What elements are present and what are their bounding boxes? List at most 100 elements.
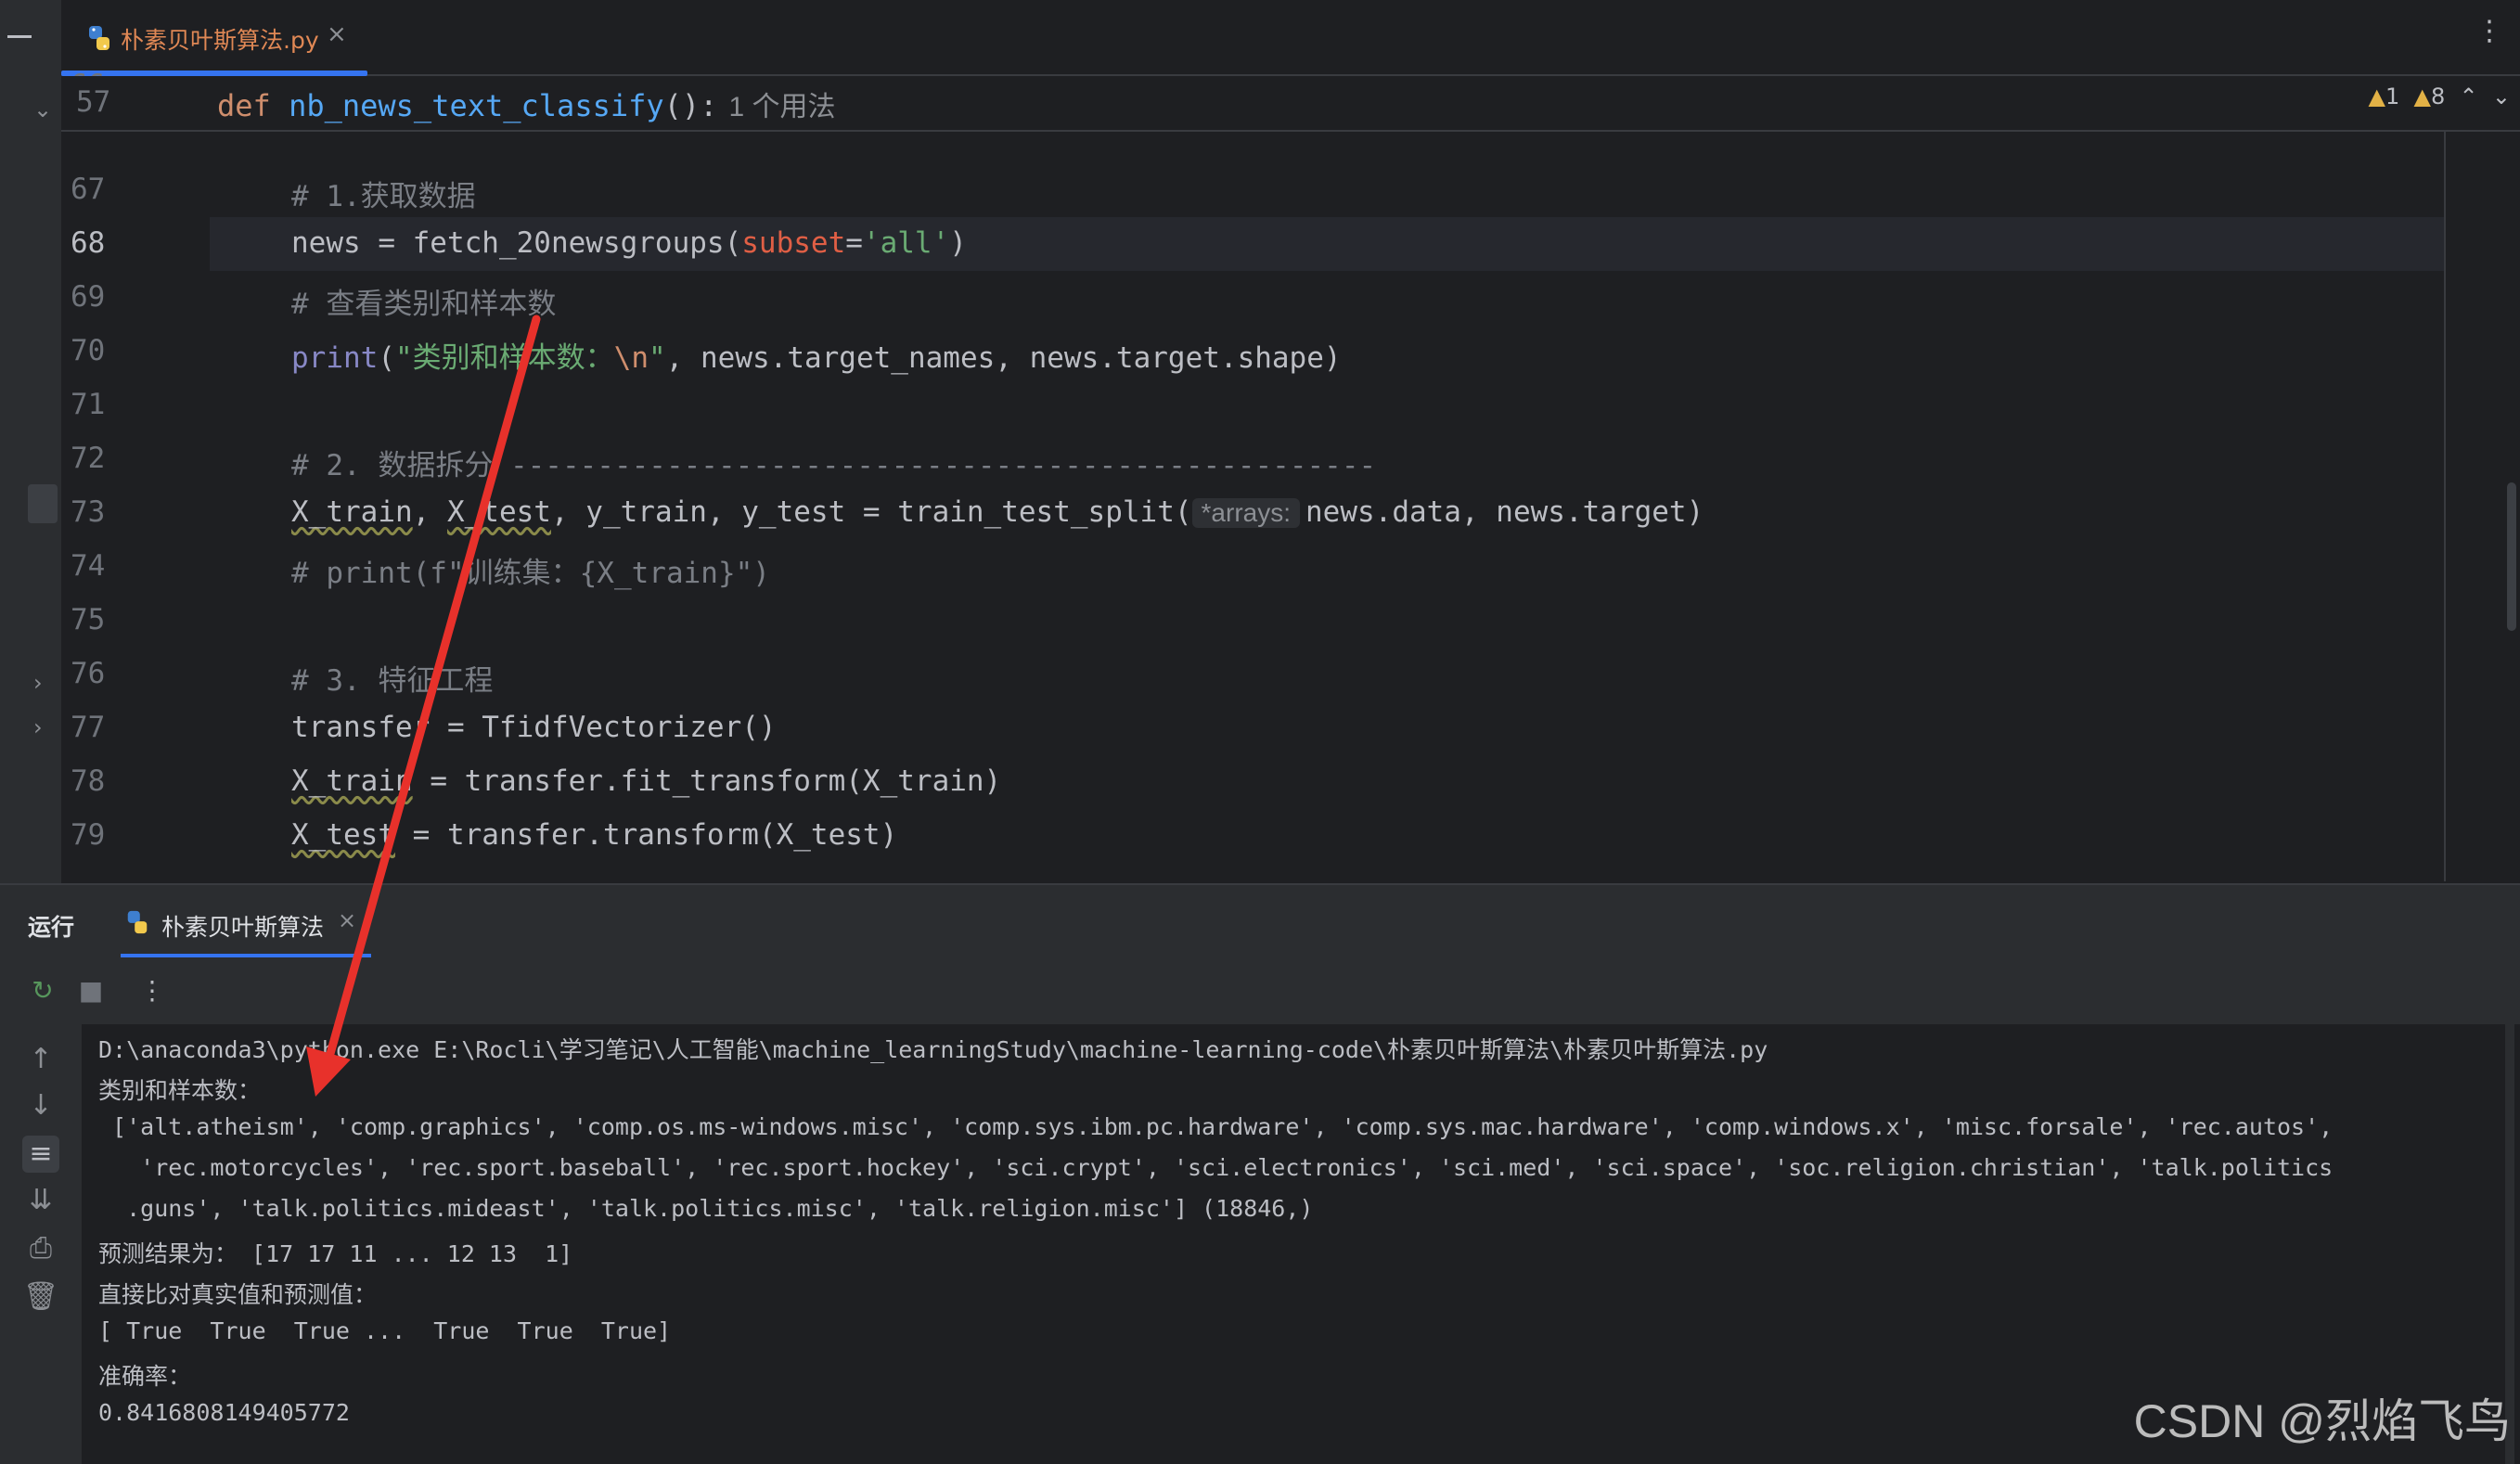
stop-icon[interactable]: ■ [74, 974, 108, 1008]
editor-scrollbar[interactable] [2507, 482, 2516, 631]
code-line-67[interactable]: # 1.获取数据 [291, 173, 476, 214]
console-side-toolbar: ↑ ↓ ≡ ⇊ ⎙ 🗑 [0, 1024, 82, 1464]
parameter-hint: *arrays: [1191, 498, 1300, 528]
code-token: X_train [291, 764, 413, 798]
console-line: 'rec.motorcycles', 'rec.sport.baseball',… [98, 1154, 2334, 1181]
bookmark-marker[interactable] [28, 484, 58, 523]
code-token: X_train [291, 495, 413, 529]
keyword-def: def [217, 88, 271, 123]
usages-hint[interactable]: 1 个用法 [728, 92, 835, 122]
run-tab-label: 朴素贝叶斯算法 [161, 914, 325, 941]
escape-token: \n [613, 341, 649, 375]
console-line: 类别和样本数： [98, 1077, 262, 1104]
line-number: 79 [71, 818, 106, 852]
code-line-78[interactable]: X_train = transfer.fit_transform(X_train… [291, 764, 1001, 798]
arrow-up-icon[interactable]: ↑ [22, 1041, 59, 1078]
fold-column: ⌄ › › [0, 76, 61, 881]
run-window-title[interactable]: 运行 [28, 909, 74, 943]
code-editor[interactable]: # 1.获取数据 news = fetch_20newsgroups(subse… [210, 76, 2446, 881]
string-token: " [649, 341, 666, 375]
param-token: subset [741, 226, 846, 260]
line-number: 77 [71, 711, 106, 744]
code-token: X_test [291, 818, 395, 852]
code-token: , y_train, y_test = train_test_split( [550, 495, 1192, 529]
minimize-icon[interactable] [7, 35, 32, 38]
warning-count: 8 [2430, 83, 2446, 109]
console-line: ['alt.atheism', 'comp.graphics', 'comp.o… [98, 1113, 2334, 1140]
code-line-72[interactable]: # 2. 数据拆分 ------------------------------… [291, 442, 1376, 483]
close-icon[interactable]: × [327, 20, 347, 48]
code-token: , news.target_names, news.target.shape) [665, 341, 1342, 375]
code-line-68[interactable]: news = fetch_20newsgroups(subset='all') [291, 226, 967, 260]
line-number: 57 [76, 85, 111, 119]
console-line: [ True True True ... True True True] [98, 1317, 672, 1344]
code-token: = transfer.fit_transform(X_train) [412, 764, 1002, 798]
watermark: CSDN @烈焰飞鸟 [2133, 1395, 2511, 1447]
code-token: news = fetch_20newsgroups( [291, 226, 742, 260]
code-line-79[interactable]: X_test = transfer.transform(X_test) [291, 818, 897, 852]
close-icon[interactable]: × [338, 907, 356, 933]
scroll-to-end-icon[interactable]: ⇊ [22, 1182, 59, 1219]
python-file-icon [127, 910, 148, 934]
line-number: 67 [71, 173, 106, 206]
warning-icon: ▲ [2413, 83, 2431, 109]
line-number: 68 [71, 226, 106, 260]
sticky-code: def nb_news_text_classify(): 1 个用法 [217, 83, 835, 124]
string-token: "类别和样本数： [395, 341, 614, 375]
sticky-function-header[interactable]: 57 def nb_news_text_classify(): 1 个用法 ▲1 … [61, 76, 2520, 132]
console-line: 预测结果为： [17 17 11 ... 12 13 1] [98, 1240, 573, 1267]
line-number: 76 [71, 657, 106, 690]
more-options-icon[interactable]: ⋮ [135, 974, 169, 1008]
editor-tab-bar: 朴素贝叶斯算法.py × ⋮ [61, 0, 2520, 76]
code-line-74[interactable]: # print(f"训练集：{X_train}") [291, 549, 770, 591]
console-line: 准确率： [98, 1363, 192, 1390]
string-token: 'all' [862, 226, 950, 260]
tab-naive-bayes-py[interactable]: 朴素贝叶斯算法.py × [61, 0, 367, 76]
code-token: , [412, 495, 447, 529]
line-number: 70 [71, 334, 106, 367]
more-options-icon[interactable]: ⋮ [2475, 15, 2503, 47]
error-icon: ▲ [2368, 83, 2385, 109]
builtin-token: print [291, 341, 379, 375]
run-tool-window-header: 运行 朴素贝叶斯算法 × [0, 883, 2520, 959]
console-line: 直接比对真实值和预测值： [98, 1281, 378, 1308]
code-token: = [845, 226, 863, 260]
code-line-77[interactable]: transfer = TfidfVectorizer() [291, 711, 777, 744]
tab-label: 朴素贝叶斯算法.py [121, 27, 319, 54]
trash-icon[interactable]: 🗑 [22, 1278, 59, 1316]
chevron-up-icon[interactable]: ⌃ [2460, 83, 2478, 109]
chevron-right-icon[interactable]: › [33, 670, 43, 696]
function-name[interactable]: nb_news_text_classify [289, 88, 664, 123]
code-line-69[interactable]: # 查看类别和样本数 [291, 280, 556, 322]
line-number: 78 [71, 764, 106, 798]
code-token: X_test [446, 495, 551, 529]
run-toolbar: ↻ ■ ⋮ [0, 957, 2520, 1026]
python-file-icon [89, 26, 109, 50]
code-line-70[interactable]: print("类别和样本数：\n", news.target_names, ne… [291, 334, 1342, 376]
line-number: 73 [71, 495, 106, 529]
code-line-76[interactable]: # 3. 特征工程 [291, 657, 493, 699]
code-line-73[interactable]: X_train, X_test, y_train, y_test = train… [291, 495, 1704, 529]
print-icon[interactable]: ⎙ [22, 1230, 59, 1267]
code-token: news.data, news.target) [1305, 495, 1704, 529]
code-token: ) [949, 226, 967, 260]
run-tab-naive-bayes[interactable]: 朴素贝叶斯算法 × [121, 885, 371, 959]
line-number-gutter: 66 67 68 69 70 71 72 73 74 75 76 77 78 7… [61, 69, 210, 881]
arrow-down-icon[interactable]: ↓ [22, 1087, 59, 1124]
chevron-right-icon[interactable]: › [33, 714, 43, 740]
console-line: D:\anaconda3\python.exe E:\Rocli\学习笔记\人工… [98, 1036, 1768, 1063]
inspection-widget[interactable]: ▲1 ▲8 ⌃ ⌄ [2368, 83, 2511, 109]
rerun-icon[interactable]: ↻ [26, 974, 59, 1008]
line-number: 69 [71, 280, 106, 314]
line-number: 71 [71, 388, 106, 421]
console-line: .guns', 'talk.politics.mideast', 'talk.p… [98, 1195, 1314, 1222]
chevron-down-icon[interactable]: ⌄ [33, 96, 52, 122]
console-line: 0.8416808149405772 [98, 1399, 350, 1426]
line-number: 75 [71, 603, 106, 636]
line-number: 72 [71, 442, 106, 475]
right-margin-guide [2444, 76, 2446, 881]
soft-wrap-icon[interactable]: ≡ [22, 1136, 59, 1173]
signature-rest: (): [663, 88, 718, 123]
chevron-down-icon[interactable]: ⌄ [2492, 83, 2511, 109]
line-number: 74 [71, 549, 106, 583]
